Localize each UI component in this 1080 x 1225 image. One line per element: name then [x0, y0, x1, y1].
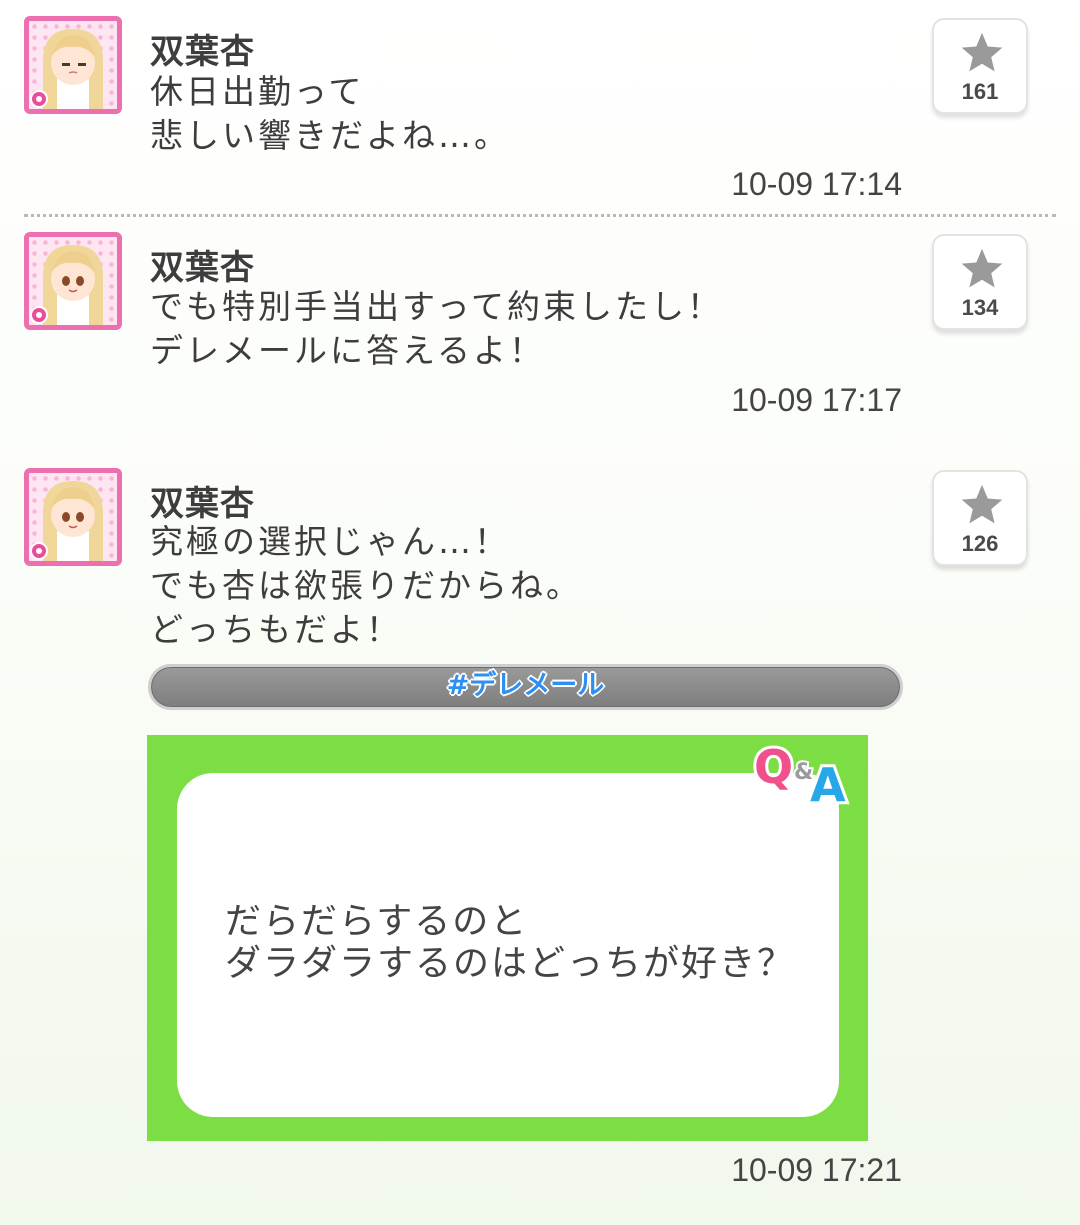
timestamp: 10-09 17:14 [731, 166, 902, 202]
hashtag-link[interactable]: #デレメール [148, 664, 903, 710]
message-line: 悲しい響きだよね…。 [150, 116, 510, 155]
qa-question-panel: だらだらするのと ダラダラするのはどっちが好き？ [177, 773, 839, 1117]
qa-image-card[interactable]: だらだらするのと ダラダラするのはどっちが好き？ Q & A [147, 735, 868, 1141]
message-line: どっちもだよ！ [150, 610, 402, 649]
message-line: でも杏は欲張りだからね。 [150, 566, 582, 605]
message-text: でも特別手当出すって約束したし！ デレメールに答えるよ！ [150, 285, 723, 373]
flower-badge-icon [30, 542, 48, 560]
favorite-button[interactable]: 134 [932, 234, 1028, 330]
star-icon [961, 248, 1003, 288]
author-name[interactable]: 双葉杏 [150, 240, 255, 289]
qa-question-text: だらだらするのと ダラダラするのはどっちが好き？ [225, 901, 795, 985]
star-icon [961, 32, 1003, 72]
message-text: 究極の選択じゃん…！ でも杏は欲張りだからね。 どっちもだよ！ [150, 520, 582, 652]
message-line: 休日出勤って [150, 72, 365, 111]
message-line: でも特別手当出すって約束したし！ [150, 287, 724, 326]
avatar[interactable] [24, 232, 122, 330]
message-line: 究極の選択じゃん…！ [150, 522, 510, 561]
author-name[interactable]: 双葉杏 [150, 24, 255, 73]
favorite-count: 161 [961, 79, 999, 104]
favorite-button[interactable]: 126 [932, 470, 1028, 566]
message-line: デレメールに答えるよ！ [150, 331, 546, 370]
favorite-count: 134 [961, 295, 999, 320]
post-2: 双葉杏 でも特別手当出すって約束したし！ デレメールに答えるよ！ 10-09 1… [0, 230, 1080, 430]
qa-logo-q: Q [754, 740, 793, 794]
avatar[interactable] [24, 16, 122, 114]
qa-logo-icon: Q & A [752, 737, 849, 807]
flower-badge-icon [30, 90, 48, 108]
flower-badge-icon [30, 306, 48, 324]
avatar[interactable] [24, 468, 122, 566]
favorite-button[interactable]: 161 [932, 18, 1028, 114]
message-text: 休日出勤って 悲しい響きだよね…。 [150, 70, 510, 158]
timestamp: 10-09 17:21 [731, 1152, 902, 1188]
post-1: 双葉杏 休日出勤って 悲しい響きだよね…。 10-09 17:14 161 [0, 14, 1080, 214]
post-divider [24, 214, 1056, 217]
favorite-count: 126 [961, 531, 999, 556]
qa-logo-a: A [810, 758, 846, 807]
qa-question-line: ダラダラするのはどっちが好き？ [225, 943, 796, 984]
author-name[interactable]: 双葉杏 [150, 476, 255, 525]
qa-question-line: だらだらするのと [225, 901, 529, 942]
star-icon [961, 484, 1003, 524]
timestamp: 10-09 17:17 [731, 382, 902, 418]
